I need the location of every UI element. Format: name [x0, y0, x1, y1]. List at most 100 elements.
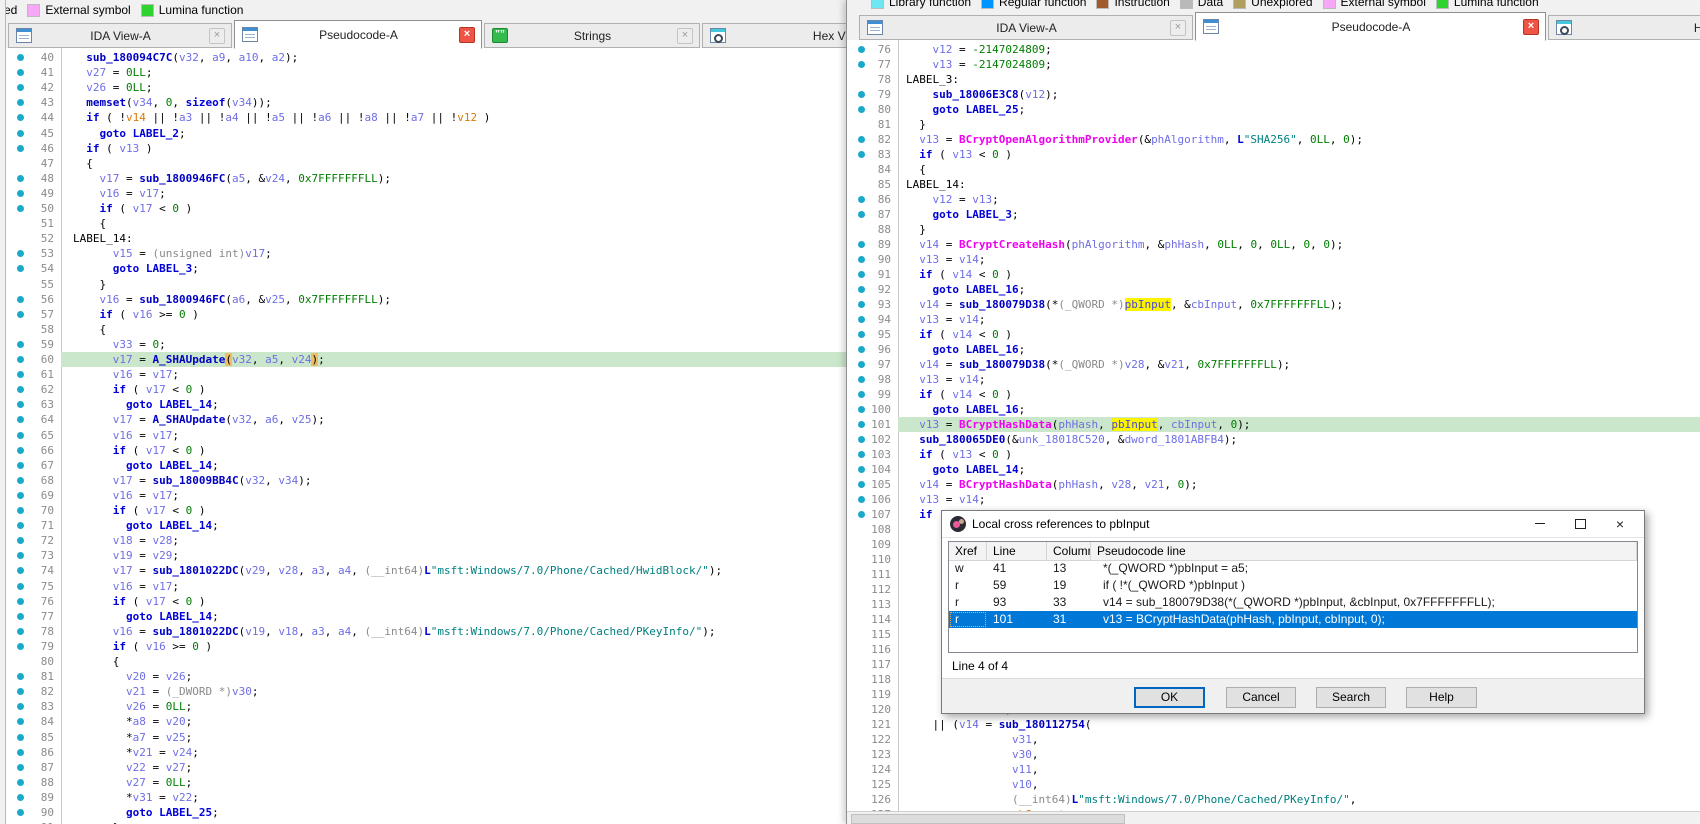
- code-line[interactable]: 97 v14 = sub_180079D38(*(_QWORD *)v28, &…: [847, 357, 1700, 372]
- code-line[interactable]: 73 v19 = v29;: [0, 548, 846, 563]
- tab-close-icon[interactable]: ×: [677, 28, 693, 44]
- code-line[interactable]: 61 v16 = v17;: [0, 367, 846, 382]
- code-line[interactable]: 126 (__int64)L"msft:Windows/7.0/Phone/Ca…: [847, 792, 1700, 807]
- code-line[interactable]: 63 goto LABEL_14;: [0, 397, 846, 412]
- tab-ida-view-a[interactable]: IDA View-A×: [8, 23, 232, 48]
- code-line[interactable]: 82 v21 = (_DWORD *)v30;: [0, 684, 846, 699]
- xref-table[interactable]: XrefLineColumnPseudocode linew4113*(_QWO…: [948, 541, 1638, 653]
- column-header-pseudocode-line[interactable]: Pseudocode line: [1091, 542, 1637, 560]
- code-line[interactable]: 74 v17 = sub_1801022DC(v29, v28, a3, a4,…: [0, 563, 846, 578]
- code-line[interactable]: 84 *a8 = v20;: [0, 714, 846, 729]
- left-code-pane[interactable]: 40 sub_180094C7C(v32, a9, a10, a2);41 v2…: [0, 48, 846, 824]
- code-line[interactable]: 51 {: [0, 216, 846, 231]
- code-line[interactable]: 88 }: [847, 222, 1700, 237]
- tab-close-icon[interactable]: ×: [459, 27, 475, 43]
- code-line[interactable]: 49 v16 = v17;: [0, 186, 846, 201]
- tab-hex-view-1[interactable]: Hex View-1: [1548, 15, 1700, 40]
- code-line[interactable]: 83 if ( v13 < 0 ): [847, 147, 1700, 162]
- code-line[interactable]: 90 v13 = v14;: [847, 252, 1700, 267]
- code-line[interactable]: 47 {: [0, 156, 846, 171]
- code-line[interactable]: 89 v14 = BCryptCreateHash(phAlgorithm, &…: [847, 237, 1700, 252]
- code-line[interactable]: 88 v27 = 0LL;: [0, 775, 846, 790]
- code-line[interactable]: 52LABEL_14:: [0, 231, 846, 246]
- code-line[interactable]: 57 if ( v16 >= 0 ): [0, 307, 846, 322]
- code-line[interactable]: 70 if ( v17 < 0 ): [0, 503, 846, 518]
- code-line[interactable]: 93 v14 = sub_180079D38(*(_QWORD *)pbInpu…: [847, 297, 1700, 312]
- tab-ida-view-a[interactable]: IDA View-A×: [859, 15, 1193, 40]
- code-line[interactable]: 41 v27 = 0LL;: [0, 65, 846, 80]
- ok-button[interactable]: OK: [1134, 687, 1205, 708]
- code-line[interactable]: 44 if ( !v14 || !a3 || !a4 || !a5 || !a6…: [0, 110, 846, 125]
- code-line[interactable]: 75 v16 = v17;: [0, 579, 846, 594]
- tab-close-icon[interactable]: ×: [1170, 20, 1186, 36]
- code-line[interactable]: 77 goto LABEL_14;: [0, 609, 846, 624]
- code-line[interactable]: 76 if ( v17 < 0 ): [0, 594, 846, 609]
- search-button[interactable]: Search: [1316, 687, 1386, 708]
- minimize-icon[interactable]: [1522, 511, 1558, 536]
- code-line[interactable]: 45 goto LABEL_2;: [0, 126, 846, 141]
- code-line[interactable]: 81 v20 = v26;: [0, 669, 846, 684]
- xref-row[interactable]: r5919if ( !*(_QWORD *)pbInput ): [949, 577, 1637, 594]
- code-line[interactable]: 79 sub_18006E3C8(v12);: [847, 87, 1700, 102]
- code-line[interactable]: 124 v11,: [847, 762, 1700, 777]
- code-line[interactable]: 82 v13 = BCryptOpenAlgorithmProvider(&ph…: [847, 132, 1700, 147]
- code-line[interactable]: 121 || (v14 = sub_180112754(: [847, 717, 1700, 732]
- tab-pseudocode-a[interactable]: Pseudocode-A×: [234, 20, 482, 49]
- code-line[interactable]: 42 v26 = 0LL;: [0, 80, 846, 95]
- code-line[interactable]: 69 v16 = v17;: [0, 488, 846, 503]
- code-line[interactable]: 54 goto LABEL_3;: [0, 261, 846, 276]
- code-line[interactable]: 48 v17 = sub_1800946FC(a5, &v24, 0x7FFFF…: [0, 171, 846, 186]
- code-line[interactable]: 85 *a7 = v25;: [0, 730, 846, 745]
- code-line[interactable]: 99 if ( v14 < 0 ): [847, 387, 1700, 402]
- code-line[interactable]: 58 {: [0, 322, 846, 337]
- code-line[interactable]: 66 if ( v17 < 0 ): [0, 443, 846, 458]
- code-line[interactable]: 106 v13 = v14;: [847, 492, 1700, 507]
- code-line[interactable]: 96 goto LABEL_16;: [847, 342, 1700, 357]
- column-header-column[interactable]: Column: [1047, 542, 1091, 560]
- code-line[interactable]: 79 if ( v16 >= 0 ): [0, 639, 846, 654]
- code-line[interactable]: 105 v14 = BCryptHashData(phHash, v28, v2…: [847, 477, 1700, 492]
- code-line[interactable]: 85LABEL_14:: [847, 177, 1700, 192]
- code-line[interactable]: 67 goto LABEL_14;: [0, 458, 846, 473]
- code-line[interactable]: 72 v18 = v28;: [0, 533, 846, 548]
- code-line[interactable]: 80 {: [0, 654, 846, 669]
- code-line[interactable]: 40 sub_180094C7C(v32, a9, a10, a2);: [0, 50, 846, 65]
- xref-row[interactable]: r9333v14 = sub_180079D38(*(_QWORD *)pbIn…: [949, 594, 1637, 611]
- code-line[interactable]: 59 v33 = 0;: [0, 337, 846, 352]
- code-line[interactable]: 46 if ( v13 ): [0, 141, 846, 156]
- code-line[interactable]: 65 v16 = v17;: [0, 428, 846, 443]
- code-line[interactable]: 84 {: [847, 162, 1700, 177]
- tab-close-icon[interactable]: ×: [1523, 19, 1539, 35]
- code-line[interactable]: 103 if ( v13 < 0 ): [847, 447, 1700, 462]
- code-line[interactable]: 43 memset(v34, 0, sizeof(v34));: [0, 95, 846, 110]
- code-line[interactable]: 104 goto LABEL_14;: [847, 462, 1700, 477]
- code-line[interactable]: 55 }: [0, 277, 846, 292]
- help-button[interactable]: Help: [1406, 687, 1477, 708]
- code-line[interactable]: 76 v12 = -2147024809;: [847, 42, 1700, 57]
- code-line[interactable]: 90 goto LABEL_25;: [0, 805, 846, 820]
- code-line[interactable]: 122 v31,: [847, 732, 1700, 747]
- code-line[interactable]: 68 v17 = sub_18009BB4C(v32, v34);: [0, 473, 846, 488]
- column-header-line[interactable]: Line: [987, 542, 1047, 560]
- code-line[interactable]: 50 if ( v17 < 0 ): [0, 201, 846, 216]
- code-line[interactable]: 91 }: [0, 820, 846, 824]
- code-line[interactable]: 83 v26 = 0LL;: [0, 699, 846, 714]
- code-line[interactable]: 80 goto LABEL_25;: [847, 102, 1700, 117]
- tab-close-icon[interactable]: ×: [209, 28, 225, 44]
- code-line[interactable]: 94 v13 = v14;: [847, 312, 1700, 327]
- xref-row[interactable]: r10131v13 = BCryptHashData(phHash, pbInp…: [949, 611, 1637, 628]
- xref-row[interactable]: w4113*(_QWORD *)pbInput = a5;: [949, 560, 1637, 577]
- code-line[interactable]: 95 if ( v14 < 0 ): [847, 327, 1700, 342]
- code-line[interactable]: 86 *v21 = v24;: [0, 745, 846, 760]
- code-line[interactable]: 100 goto LABEL_16;: [847, 402, 1700, 417]
- code-line[interactable]: 64 v17 = A_SHAUpdate(v32, a6, v25);: [0, 412, 846, 427]
- code-line[interactable]: 71 goto LABEL_14;: [0, 518, 846, 533]
- code-line[interactable]: 77 v13 = -2147024809;: [847, 57, 1700, 72]
- code-line[interactable]: 89 *v31 = v22;: [0, 790, 846, 805]
- code-line[interactable]: 87 v22 = v27;: [0, 760, 846, 775]
- code-line[interactable]: 56 v16 = sub_1800946FC(a6, &v25, 0x7FFFF…: [0, 292, 846, 307]
- code-line[interactable]: 123 v30,: [847, 747, 1700, 762]
- horizontal-scrollbar[interactable]: [847, 811, 1700, 824]
- code-line[interactable]: 53 v15 = (unsigned int)v17;: [0, 246, 846, 261]
- code-line[interactable]: 87 goto LABEL_3;: [847, 207, 1700, 222]
